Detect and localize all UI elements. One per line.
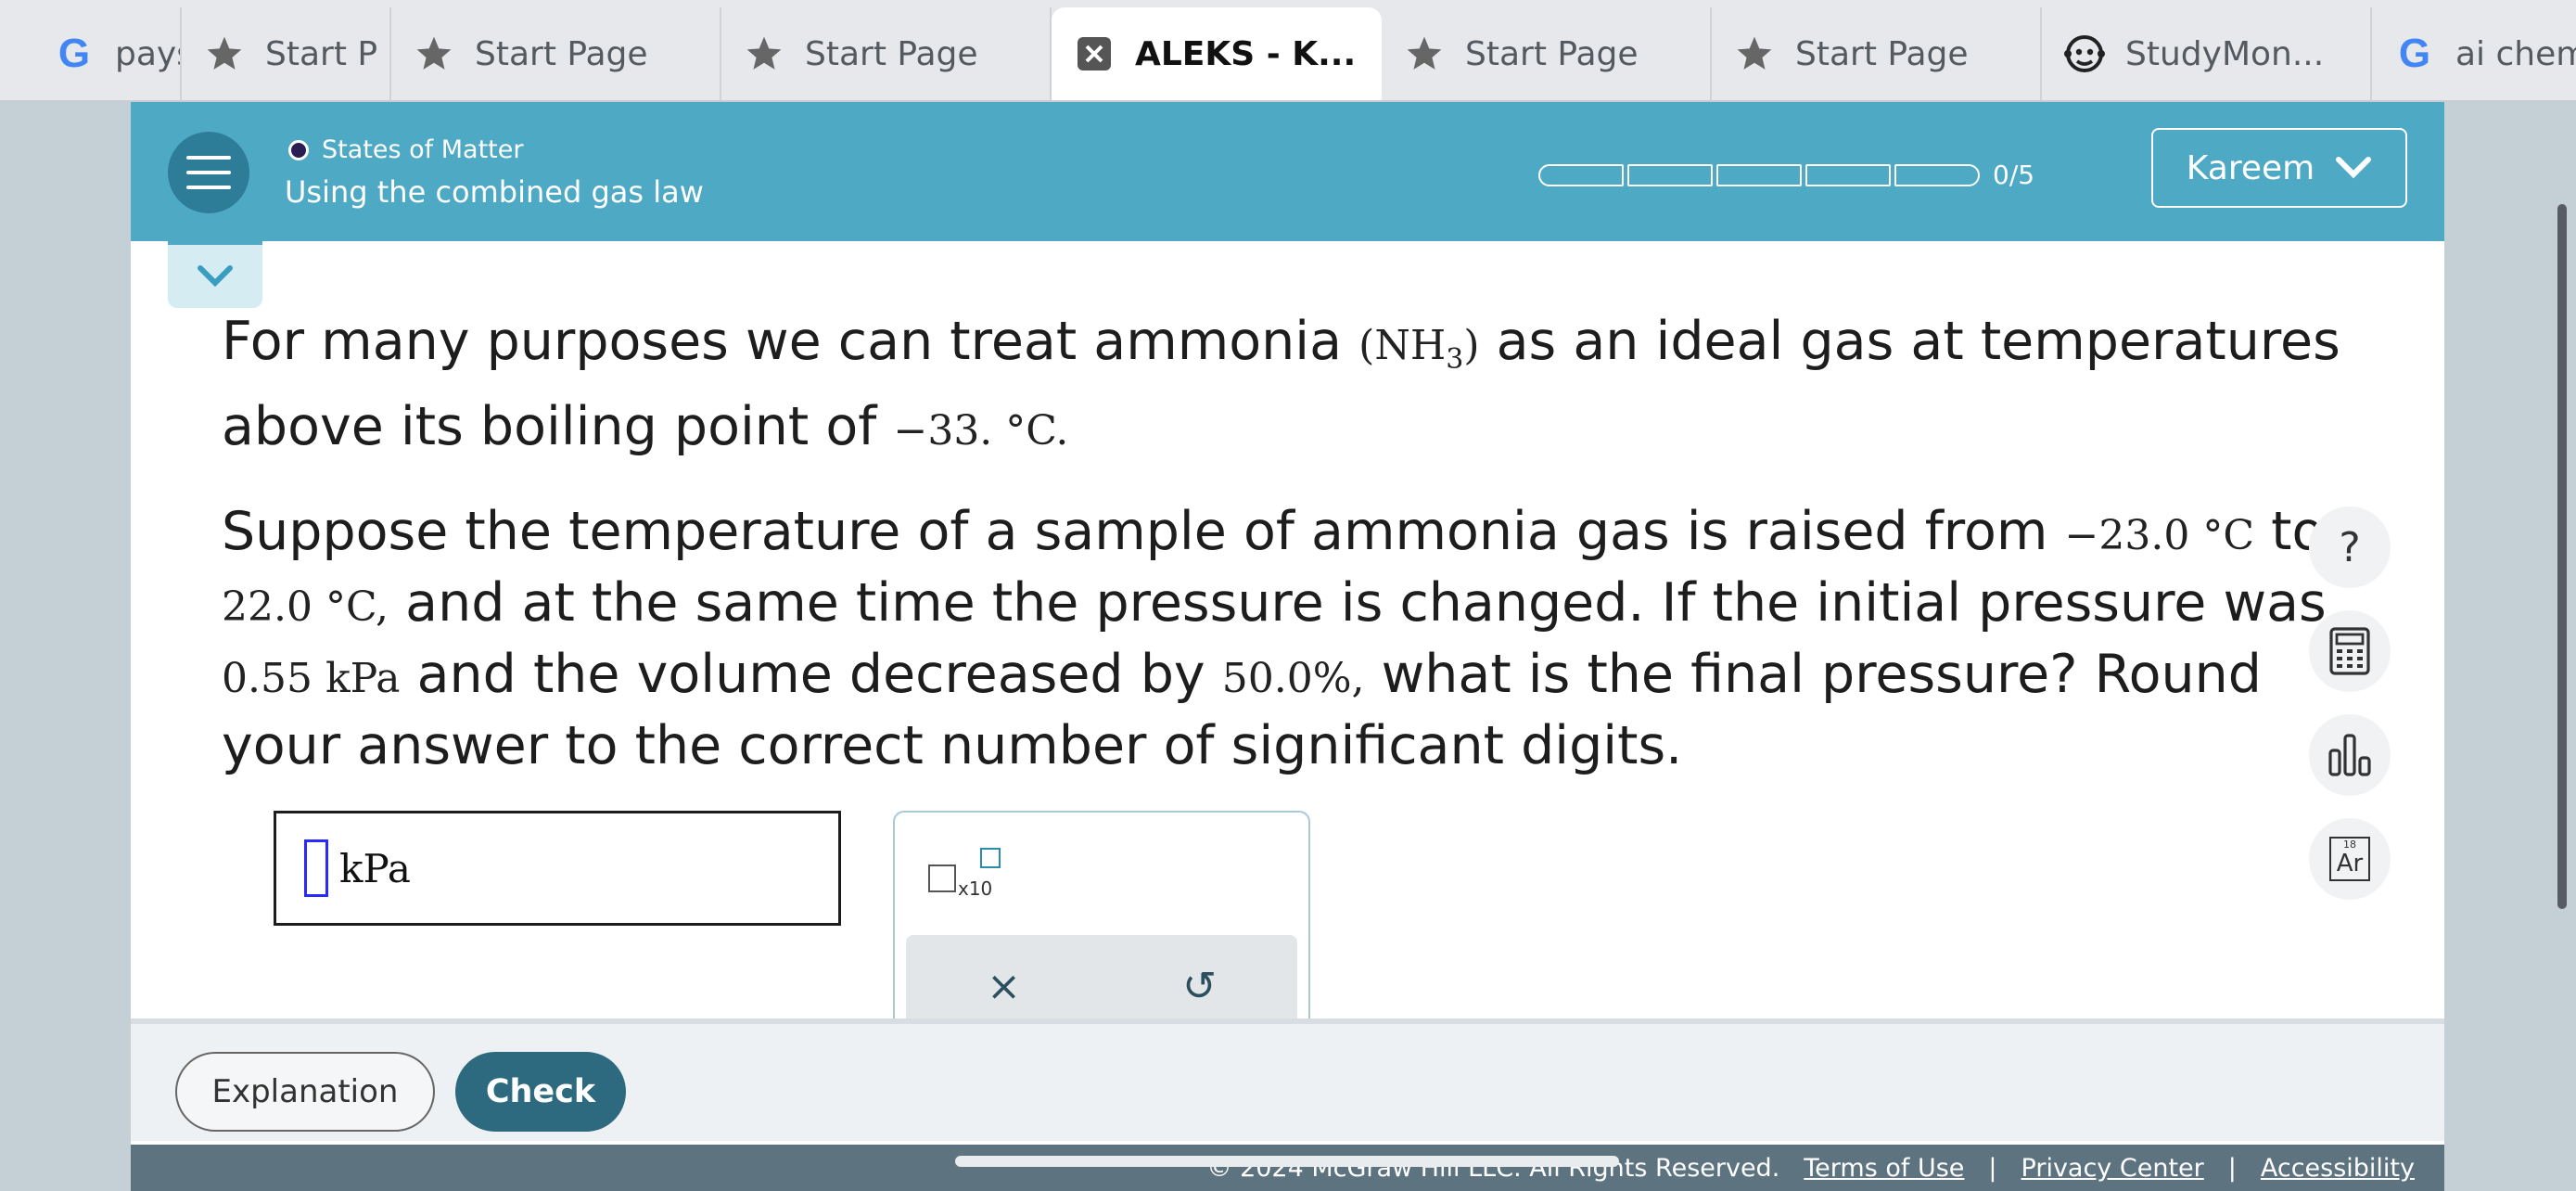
question-text-span: For many purposes we can treat ammonia <box>222 311 1359 372</box>
periodic-symbol: Ar <box>2336 850 2364 877</box>
question-text-span: and the volume decreased by <box>400 643 1222 705</box>
tab-label: ALEKS - K... <box>1135 34 1357 73</box>
lesson-header: States of Matter Using the combined gas … <box>131 102 2444 241</box>
collapse-header-button[interactable] <box>168 241 262 308</box>
progress-segment <box>1538 163 1624 186</box>
progress-segment <box>1894 163 1980 186</box>
x10-label: x10 <box>958 877 993 900</box>
tab-start-page[interactable]: Start Page <box>391 7 721 100</box>
formula-nh3: (NH3) <box>1358 322 1480 376</box>
scrollbar[interactable] <box>2557 204 2567 909</box>
help-button[interactable]: ? <box>2309 506 2391 588</box>
terms-link[interactable]: Terms of Use <box>1804 1154 1964 1183</box>
formula-part: (NH <box>1358 322 1447 369</box>
tab-label: Start Page <box>805 34 978 73</box>
lesson-title: Using the combined gas law <box>285 174 704 210</box>
volume-change-value: 50.0%, <box>1221 654 1365 702</box>
close-icon[interactable] <box>1072 32 1116 76</box>
tab-label: Start Page <box>475 34 648 73</box>
periodic-table-icon: 18 Ar <box>2329 837 2370 881</box>
question-paragraph: For many purposes we can treat ammonia (… <box>222 308 2354 465</box>
tab-studymonkey[interactable]: StudyMon... <box>2042 7 2372 100</box>
answer-input[interactable]: kPa <box>274 811 841 926</box>
question-paragraph: Suppose the temperature of a sample of a… <box>222 498 2354 779</box>
progress-segment <box>1805 163 1891 186</box>
aleks-app: States of Matter Using the combined gas … <box>131 102 2444 1191</box>
privacy-link[interactable]: Privacy Center <box>2021 1154 2204 1183</box>
chevron-down-icon <box>198 265 233 288</box>
calculator-icon <box>2329 627 2370 675</box>
action-footer: Explanation Check <box>131 1024 2444 1141</box>
question-text-span: and at the same time the pressure is cha… <box>389 571 2327 634</box>
monkey-icon <box>2062 32 2107 76</box>
tab-start-page[interactable]: Start Page <box>721 7 1052 100</box>
clear-button[interactable]: × <box>987 963 1021 1010</box>
star-icon <box>412 32 456 76</box>
undo-button[interactable]: ↺ <box>1182 963 1217 1010</box>
google-icon: G <box>2398 31 2431 76</box>
hamburger-icon <box>186 156 231 189</box>
math-keypad: x10 × ↺ <box>893 811 1310 1052</box>
tab-start-page[interactable]: Start P <box>182 7 391 100</box>
tab-start-page[interactable]: Start Page <box>1382 7 1712 100</box>
topic-label: States of Matter <box>288 135 523 164</box>
user-menu-button[interactable]: Kareem <box>2151 128 2407 208</box>
home-indicator <box>955 1156 1619 1167</box>
bar-chart-icon <box>2328 734 2371 776</box>
boiling-point-value: −33. °C. <box>893 406 1069 455</box>
user-name: Kareem <box>2186 148 2315 187</box>
exponent-box-icon <box>980 848 1001 868</box>
chevron-down-icon <box>2336 157 2372 179</box>
data-button[interactable] <box>2309 714 2391 796</box>
divider: | <box>1988 1153 1997 1183</box>
topic-name: States of Matter <box>322 135 524 164</box>
legal-footer: © 2024 McGraw Hill LLC. All Rights Reser… <box>131 1145 2444 1191</box>
question-text-span: Suppose the temperature of a sample of a… <box>222 500 2065 562</box>
menu-button[interactable] <box>168 132 249 213</box>
topic-status-icon <box>288 139 309 160</box>
tab-label: pays <box>115 34 180 73</box>
browser-tab-bar: G pays Start P Start Page Start Page ALE… <box>0 0 2576 102</box>
base-box-icon <box>928 864 956 892</box>
star-icon <box>1732 32 1777 76</box>
tab-label: StudyMon... <box>2125 34 2325 73</box>
divider: | <box>2227 1153 2237 1183</box>
periodic-table-button[interactable]: 18 Ar <box>2309 818 2391 900</box>
tab-pays[interactable]: G pays <box>32 7 182 100</box>
explanation-button[interactable]: Explanation <box>175 1052 435 1132</box>
tab-label: Start P <box>265 34 378 73</box>
tab-aleks-active[interactable]: ALEKS - K... <box>1052 7 1382 100</box>
calculator-button[interactable] <box>2309 610 2391 692</box>
progress-segment <box>1627 163 1713 186</box>
progress-bar: 0/5 <box>1538 160 2034 190</box>
star-icon <box>742 32 786 76</box>
formula-subscript: 3 <box>1446 342 1464 376</box>
star-icon <box>202 32 247 76</box>
tab-ai-chem[interactable]: G ai chem <box>2372 7 2576 100</box>
google-icon: G <box>57 31 91 76</box>
question-mark-icon: ? <box>2339 523 2361 571</box>
tab-start-page[interactable]: Start Page <box>1712 7 2042 100</box>
tab-label: ai chem <box>2455 34 2576 73</box>
input-cursor-box[interactable] <box>304 839 328 897</box>
tab-label: Start Page <box>1465 34 1639 73</box>
check-button[interactable]: Check <box>455 1052 626 1132</box>
question-text: For many purposes we can treat ammonia (… <box>222 308 2354 779</box>
formula-part: ) <box>1463 322 1480 369</box>
accessibility-link[interactable]: Accessibility <box>2261 1154 2415 1183</box>
side-tools: ? 18 Ar <box>2309 506 2391 922</box>
final-temperature-value: 22.0 °C, <box>222 583 389 631</box>
initial-temperature-value: −23.0 °C <box>2064 511 2255 559</box>
answer-unit: kPa <box>339 845 411 891</box>
progress-segment <box>1716 163 1802 186</box>
star-icon <box>1402 32 1447 76</box>
progress-count: 0/5 <box>1993 160 2035 190</box>
tab-label: Start Page <box>1795 34 1969 73</box>
initial-pressure-value: 0.55 kPa <box>222 654 401 702</box>
scientific-notation-button[interactable]: x10 <box>928 846 1012 920</box>
